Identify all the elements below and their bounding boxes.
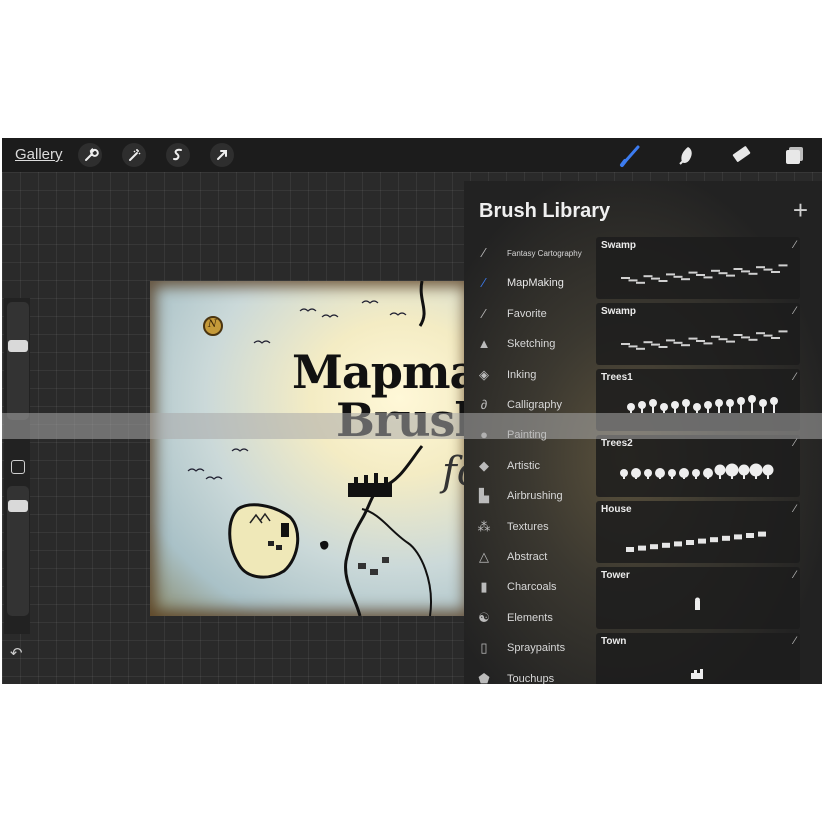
- brush-name: Trees1: [601, 372, 633, 383]
- artwork-canvas[interactable]: N Mapma Brush fo: [150, 281, 470, 616]
- brush-preview-stroke: [621, 264, 788, 284]
- brush-set-label: Touchups: [507, 672, 555, 684]
- brush-set-item[interactable]: ◈ Inking: [464, 361, 594, 391]
- brush-set-label: Elements: [507, 611, 553, 624]
- top-toolbar: Gallery: [2, 138, 822, 172]
- selection-icon[interactable]: [166, 143, 190, 167]
- brush-library-title: Brush Library: [479, 200, 611, 222]
- brush-card[interactable]: Tower ⁄: [596, 567, 800, 629]
- transform-arrow-icon[interactable]: [210, 143, 234, 167]
- brush-set-item[interactable]: ⁄ MapMaking: [464, 269, 594, 299]
- screen-band-artifact: [2, 413, 822, 439]
- brush-size-knob[interactable]: [8, 340, 28, 352]
- ink-drop-icon: ◈: [479, 366, 489, 382]
- stroke-icon: ⁄: [482, 275, 486, 291]
- brush-set-item[interactable]: ▙ Airbrushing: [464, 482, 594, 512]
- brush-preview-stroke: [695, 597, 700, 610]
- brush-set-item[interactable]: ☯ Elements: [464, 604, 594, 634]
- brush-set-label: Calligraphy: [507, 399, 563, 411]
- brush-preview-stroke: [691, 669, 703, 679]
- stroke-icon: ⁄: [482, 245, 486, 260]
- triangle-icon: △: [479, 549, 489, 564]
- pencil-icon: ▲: [477, 336, 491, 352]
- procreate-screen: Gallery ↶ N Mapma f Brush Library + ⁄ Fa…: [2, 138, 822, 684]
- modify-button[interactable]: [11, 460, 25, 474]
- brush-stroke-mini-icon: ⁄: [794, 503, 796, 515]
- canvas-title-line1: Mapma: [292, 345, 470, 399]
- brush-set-item[interactable]: ◆ Artistic: [464, 452, 594, 482]
- brush-set-label: Fantasy Cartography: [507, 249, 582, 258]
- opacity-slider[interactable]: [7, 486, 29, 616]
- brush-set-label: Abstract: [507, 551, 548, 563]
- left-sidebar: [4, 298, 30, 634]
- brush-set-item[interactable]: △ Abstract: [464, 543, 594, 573]
- brush-stroke-mini-icon: ⁄: [794, 635, 796, 647]
- brush-set-label: Favorite: [507, 307, 547, 320]
- undo-icon[interactable]: ↶: [10, 644, 23, 662]
- brush-preview-stroke: [620, 463, 774, 479]
- brush-name: Swamp: [601, 306, 637, 317]
- compass-letter: N: [208, 319, 217, 330]
- brush-card[interactable]: Swamp ⁄: [596, 237, 800, 299]
- airbrush-icon: ▙: [479, 488, 489, 504]
- stroke-icon: ⁄: [482, 305, 486, 321]
- brush-name: Town: [601, 636, 627, 647]
- brush-preview-stroke: [621, 330, 788, 350]
- brush-preview-stroke: [626, 531, 766, 552]
- brush-name: Swamp: [601, 240, 637, 251]
- brush-set-label: Spraypaints: [507, 642, 566, 655]
- brush-icon[interactable]: [618, 142, 644, 168]
- brush-set-item[interactable]: ⁄ Fantasy Cartography: [464, 239, 594, 269]
- brush-set-label: Artistic: [507, 459, 540, 472]
- brush-set-label: Airbrushing: [507, 490, 563, 503]
- brush-set-label: Textures: [507, 520, 549, 533]
- charcoal-icon: ▮: [480, 579, 488, 595]
- brush-card[interactable]: Town ⁄: [596, 633, 800, 684]
- brush-stroke-mini-icon: ⁄: [794, 371, 796, 383]
- texture-icon: ⁂: [477, 518, 491, 534]
- opacity-knob[interactable]: [8, 500, 28, 512]
- brush-stroke-mini-icon: ⁄: [794, 239, 796, 251]
- gallery-button[interactable]: Gallery: [15, 146, 63, 163]
- magic-wand-icon[interactable]: [122, 143, 146, 167]
- yin-yang-icon: ☯: [478, 609, 490, 625]
- calligraphy-icon: ∂: [480, 397, 488, 412]
- brush-stroke-mini-icon: ⁄: [794, 305, 796, 317]
- brush-name: House: [601, 504, 632, 515]
- map-illustration: [187, 281, 432, 616]
- eraser-icon[interactable]: [728, 142, 754, 168]
- smudge-icon[interactable]: [674, 142, 700, 168]
- wrench-icon[interactable]: [78, 143, 102, 167]
- brush-stroke-mini-icon: ⁄: [794, 569, 796, 581]
- brush-card[interactable]: Trees2 ⁄: [596, 435, 800, 497]
- brush-set-label: Inking: [507, 368, 537, 381]
- brush-card[interactable]: Swamp ⁄: [596, 303, 800, 365]
- brush-size-slider[interactable]: [7, 302, 29, 420]
- add-brush-button[interactable]: +: [793, 195, 808, 226]
- brush-set-item[interactable]: ▲ Sketching: [464, 330, 594, 360]
- brush-card[interactable]: House ⁄: [596, 501, 800, 563]
- artistic-drop-icon: ◆: [479, 457, 489, 473]
- brush-set-label: Charcoals: [507, 581, 557, 594]
- brush-set-item[interactable]: ⁄ Favorite: [464, 300, 594, 330]
- brush-set-item[interactable]: ⁂ Textures: [464, 513, 594, 543]
- touchup-icon: ⬟: [478, 670, 490, 684]
- brush-set-item[interactable]: ▯ Spraypaints: [464, 634, 594, 664]
- brush-set-item[interactable]: ▮ Charcoals: [464, 573, 594, 603]
- brush-set-label: MapMaking: [507, 277, 564, 290]
- brush-set-label: Sketching: [507, 338, 556, 351]
- layers-icon[interactable]: [782, 142, 808, 168]
- brush-set-item[interactable]: ⬟ Touchups: [464, 665, 594, 684]
- brush-name: Trees2: [601, 438, 633, 449]
- brush-name: Tower: [601, 570, 630, 581]
- spray-can-icon: ▯: [480, 640, 488, 656]
